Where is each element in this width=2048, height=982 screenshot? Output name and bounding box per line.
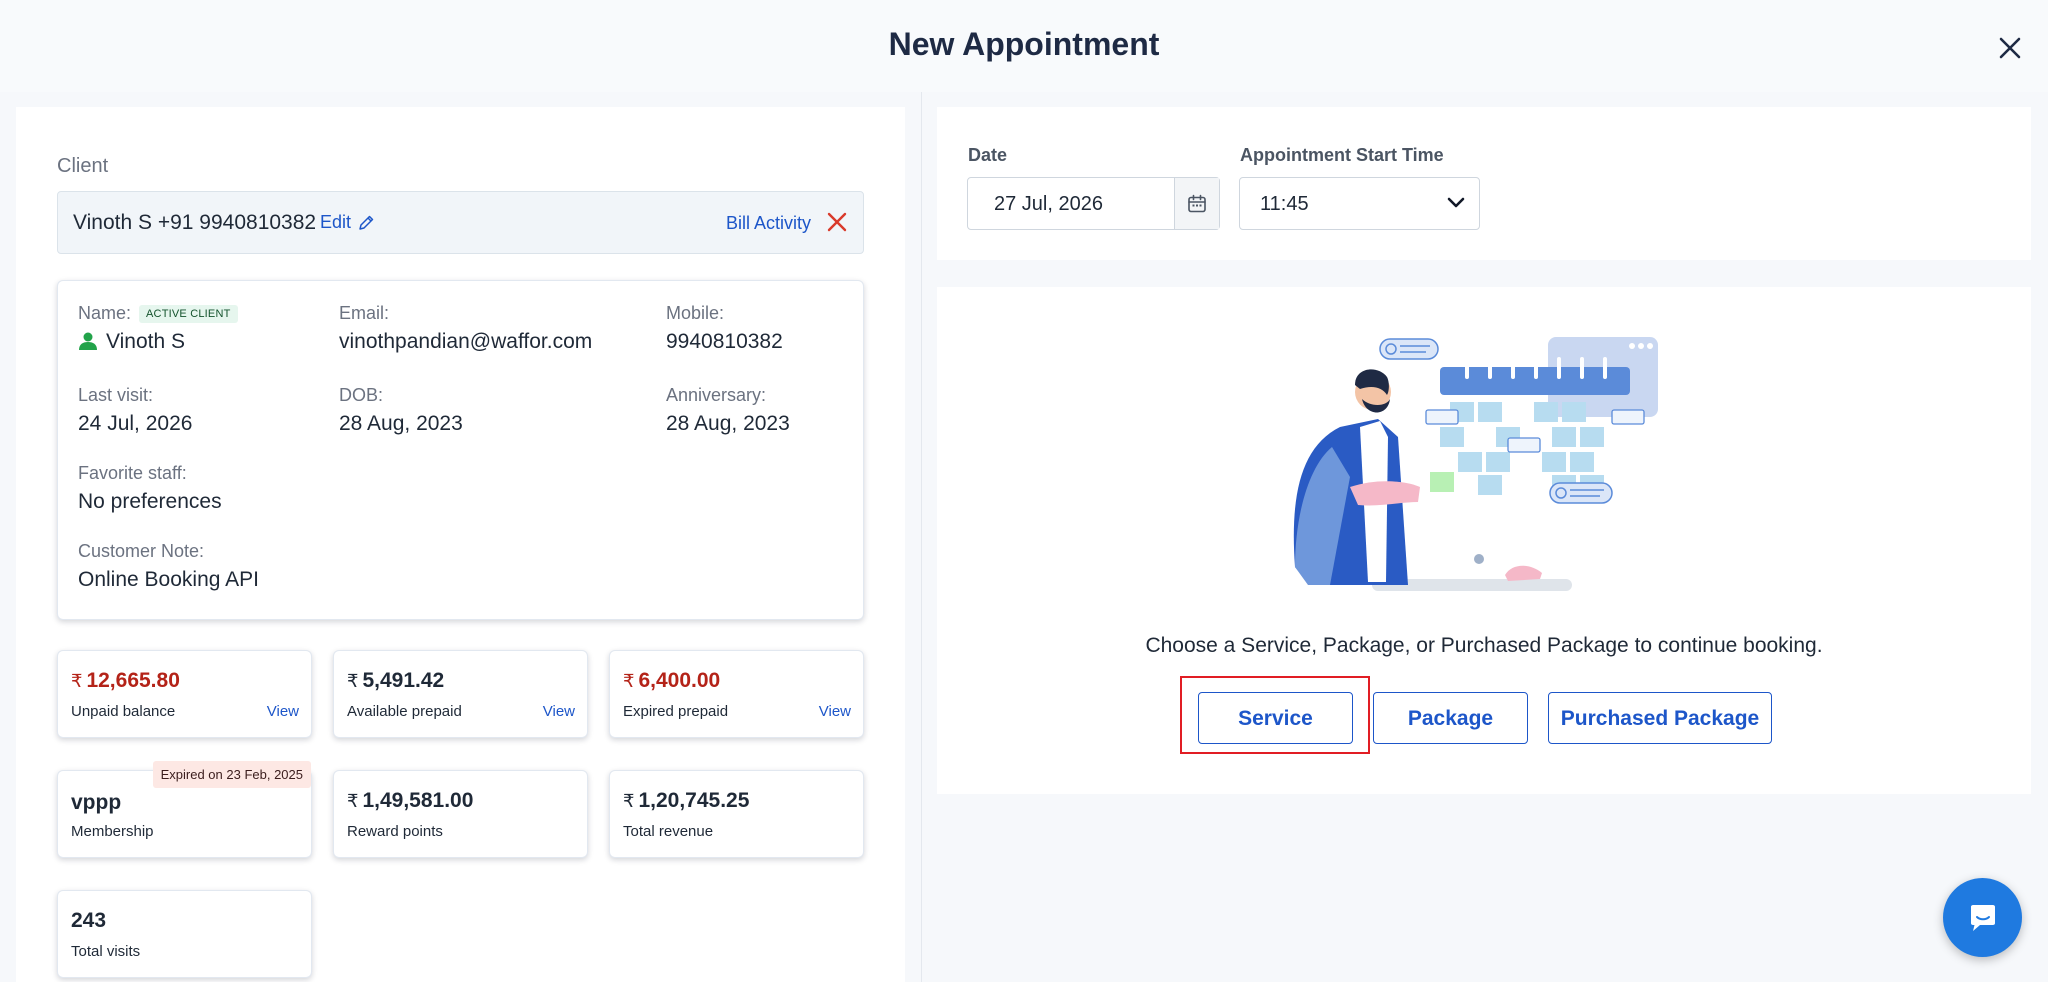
rupee-icon: ₹	[71, 671, 83, 691]
rupee-icon: ₹	[623, 791, 635, 811]
client-panel: Client Vinoth S +91 9940810382 Edit Bill…	[16, 107, 905, 982]
last-visit-label: Last visit:	[78, 385, 154, 405]
purchased-package-button[interactable]: Purchased Package	[1548, 692, 1772, 744]
membership-expired-tag: Expired on 23 Feb, 2025	[152, 761, 311, 788]
anniversary-field: Anniversary: 28 Aug, 2023	[666, 385, 790, 436]
unpaid-balance-card: ₹12,665.80 Unpaid balance View	[57, 650, 312, 738]
client-details-card: Name: ACTIVE CLIENT Vinoth S Email: vinot…	[57, 280, 864, 620]
close-icon[interactable]	[1990, 28, 2030, 68]
pencil-icon	[359, 215, 374, 230]
email-value: vinothpandian@waffor.com	[339, 330, 593, 353]
total-visits-value: 243	[71, 909, 107, 932]
total-revenue-card: ₹1,20,745.25 Total revenue	[609, 770, 864, 858]
reward-points-label: Reward points	[347, 823, 443, 840]
dob-label: DOB:	[339, 385, 384, 405]
mobile-value: 9940810382	[666, 330, 783, 353]
prepaid-view-link[interactable]: View	[543, 703, 575, 720]
modal-header: New Appointment	[0, 0, 2048, 92]
service-button[interactable]: Service	[1198, 692, 1353, 744]
customer-note-value: Online Booking API	[78, 568, 259, 591]
date-field[interactable]: 27 Jul, 2026	[967, 177, 1220, 230]
panel-divider	[921, 92, 922, 982]
anniversary-label: Anniversary:	[666, 385, 767, 405]
total-revenue-label: Total revenue	[623, 823, 714, 840]
available-prepaid-label: Available prepaid	[347, 703, 462, 720]
email-field: Email: vinothpandian@waffor.com	[339, 303, 592, 354]
membership-value: vppp	[71, 791, 122, 814]
page-title: New Appointment	[888, 26, 1160, 62]
name-field: Name: ACTIVE CLIENT Vinoth S	[78, 303, 238, 354]
available-prepaid-value: 5,491.42	[362, 669, 445, 692]
customer-note-field: Customer Note: Online Booking API	[78, 541, 259, 592]
unpaid-view-link[interactable]: View	[267, 703, 299, 720]
reward-points-card: ₹1,49,581.00 Reward points	[333, 770, 588, 858]
rupee-icon: ₹	[623, 671, 635, 691]
favorite-staff-label: Favorite staff:	[78, 463, 187, 483]
rupee-icon: ₹	[347, 791, 359, 811]
status-badge: ACTIVE CLIENT	[139, 305, 238, 323]
dob-value: 28 Aug, 2023	[339, 412, 463, 435]
client-section-label: Client	[57, 155, 109, 177]
mobile-label: Mobile:	[666, 303, 725, 323]
selected-client-bar: Vinoth S +91 9940810382 Edit Bill Activi…	[57, 191, 864, 254]
name-label: Name:	[78, 303, 132, 323]
total-visits-card: 243 Total visits	[57, 890, 312, 978]
reward-points-value: 1,49,581.00	[362, 789, 474, 812]
rupee-icon: ₹	[347, 671, 359, 691]
person-icon	[79, 332, 97, 350]
date-value: 27 Jul, 2026	[994, 193, 1103, 215]
expired-prepaid-value: 6,400.00	[638, 669, 721, 692]
schedule-panel: Date Appointment Start Time 27 Jul, 2026…	[937, 107, 2031, 260]
expired-prepaid-view-link[interactable]: View	[819, 703, 851, 720]
favorite-staff-field: Favorite staff: No preferences	[78, 463, 222, 514]
selected-client-name: Vinoth S +91 9940810382	[73, 211, 317, 234]
anniversary-value: 28 Aug, 2023	[666, 412, 790, 435]
unpaid-balance-value: 12,665.80	[86, 669, 180, 692]
mobile-field: Mobile: 9940810382	[666, 303, 783, 354]
last-visit-field: Last visit: 24 Jul, 2026	[78, 385, 192, 436]
calendar-icon[interactable]	[1174, 178, 1219, 229]
email-label: Email:	[339, 303, 390, 323]
bill-activity-link[interactable]: Bill Activity	[726, 213, 811, 234]
chat-icon	[1970, 904, 1995, 931]
package-button[interactable]: Package	[1373, 692, 1528, 744]
date-label: Date	[968, 145, 1008, 165]
start-time-label: Appointment Start Time	[1240, 145, 1444, 165]
booking-empty-state: Choose a Service, Package, or Purchased …	[937, 287, 2031, 794]
edit-label: Edit	[320, 212, 352, 232]
total-visits-label: Total visits	[71, 943, 141, 960]
chat-button[interactable]	[1943, 878, 2022, 957]
start-time-value: 11:45	[1260, 193, 1309, 215]
expired-prepaid-label: Expired prepaid	[623, 703, 729, 720]
favorite-staff-value: No preferences	[78, 490, 222, 513]
start-time-select[interactable]: 11:45	[1239, 177, 1480, 230]
total-revenue-value: 1,20,745.25	[638, 789, 750, 812]
edit-client-link[interactable]: Edit	[320, 212, 375, 233]
client-name: Vinoth S	[106, 330, 186, 353]
unpaid-balance-label: Unpaid balance	[71, 703, 176, 720]
available-prepaid-card: ₹5,491.42 Available prepaid View	[333, 650, 588, 738]
membership-label: Membership	[71, 823, 154, 840]
expired-prepaid-card: ₹6,400.00 Expired prepaid View	[609, 650, 864, 738]
membership-card: Expired on 23 Feb, 2025 vppp Membership	[57, 761, 312, 858]
dob-field: DOB: 28 Aug, 2023	[339, 385, 463, 436]
chevron-down-icon	[1447, 196, 1465, 215]
customer-note-label: Customer Note:	[78, 541, 205, 561]
booking-prompt: Choose a Service, Package, or Purchased …	[1145, 634, 1823, 657]
last-visit-value: 24 Jul, 2026	[78, 412, 193, 435]
remove-client-icon[interactable]	[825, 210, 849, 234]
calendar-illustration	[1290, 337, 1670, 607]
